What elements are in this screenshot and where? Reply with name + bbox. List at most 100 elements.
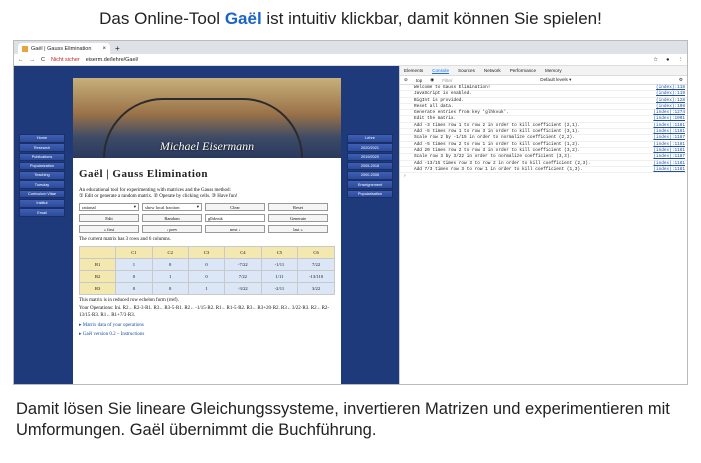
- console-source-link[interactable]: (index):1001: [653, 116, 685, 121]
- matrix-cell[interactable]: 0: [187, 258, 226, 271]
- console-source-link[interactable]: (index):128: [656, 98, 685, 103]
- devtools-tab[interactable]: Network: [484, 68, 501, 73]
- instructions-link[interactable]: ▸ Gaël version 0.2 – Instructions: [79, 331, 335, 337]
- console-message: Welcome to Gauss Elimination!: [414, 85, 491, 90]
- matrix-cell[interactable]: -1/11: [260, 258, 299, 271]
- matrix-cell[interactable]: 7/22: [224, 270, 262, 283]
- next-button[interactable]: next ›: [205, 225, 265, 233]
- matrix-cell[interactable]: 1: [151, 270, 189, 283]
- nav-item[interactable]: 2005-2018: [347, 161, 393, 171]
- matrix-column-header: C6: [297, 246, 335, 259]
- context-select[interactable]: top: [416, 78, 422, 83]
- console-source-link[interactable]: (index):1181: [653, 123, 685, 128]
- matrix-column-header: C2: [151, 246, 189, 259]
- console-source-link[interactable]: (index):1181: [653, 161, 685, 166]
- matrix-cell[interactable]: 0: [115, 282, 153, 295]
- console-source-link[interactable]: (index):1274: [653, 110, 685, 115]
- close-tab-icon[interactable]: ×: [102, 46, 106, 52]
- matrix-cell[interactable]: -3/22: [224, 282, 262, 295]
- console-source-link[interactable]: (index):1181: [653, 129, 685, 134]
- clear-button[interactable]: Clear: [205, 203, 265, 211]
- matrix-row: R1 1 0 0 -7/22 -1/11 7/22: [78, 258, 335, 271]
- devtools-tab[interactable]: Sources: [458, 68, 475, 73]
- nav-item[interactable]: Publications: [19, 152, 65, 162]
- menu-icon[interactable]: ⋮: [678, 57, 684, 63]
- devtools-tab[interactable]: Memory: [545, 68, 562, 73]
- console-source-link[interactable]: (index):1181: [653, 167, 685, 172]
- first-button[interactable]: « first: [79, 225, 139, 233]
- nav-item[interactable]: Email: [19, 208, 65, 217]
- nav-item[interactable]: Research: [19, 143, 65, 152]
- nav-item[interactable]: Popularization: [19, 161, 65, 171]
- browser-window: Gaël | Gauss Elimination × + ← → C Nicht si…: [13, 40, 688, 385]
- console-message: Edit the matrix.: [414, 116, 457, 122]
- matrix-cell[interactable]: 7/22: [297, 258, 335, 271]
- matrix-cell[interactable]: 3/22: [297, 282, 335, 295]
- seed-input[interactable]: glhkvuk: [205, 214, 265, 222]
- matrix-cell[interactable]: 0: [115, 270, 153, 283]
- nav-item[interactable]: Teaching: [19, 171, 65, 180]
- nav-item[interactable]: 2020/2021: [347, 143, 393, 152]
- matrix-cell[interactable]: 0: [151, 258, 189, 271]
- matrix-cell[interactable]: 1: [115, 258, 153, 271]
- url-field[interactable]: eiserm.de/lehre/Gael/: [86, 57, 139, 63]
- nav-item[interactable]: Enseignement: [347, 180, 393, 189]
- nav-item[interactable]: 2019/2020: [347, 152, 393, 162]
- web-page: Home Research Publications Popularization Te…: [14, 66, 399, 384]
- last-button[interactable]: last »: [268, 225, 328, 233]
- fraction-display-select[interactable]: show local fraction ▾: [142, 203, 202, 211]
- matrix-cell[interactable]: -2/11: [260, 282, 299, 295]
- console-message: Add 20 times row 2 to row 3 in order to …: [414, 147, 580, 153]
- matrix-cell[interactable]: -13/110: [297, 270, 335, 283]
- devtools-tab[interactable]: Performance: [510, 68, 536, 73]
- nav-item[interactable]: Institut: [19, 198, 65, 208]
- console-source-link[interactable]: (index):1187: [653, 135, 685, 140]
- reload-icon[interactable]: C: [41, 57, 45, 63]
- matrix-cell[interactable]: 0: [151, 282, 189, 295]
- nav-item[interactable]: Curriculum Vitae: [19, 189, 65, 199]
- matrix-row-label: R1: [78, 258, 117, 271]
- matrix-row-label: R3: [78, 282, 117, 295]
- nav-item[interactable]: 2000-2006: [347, 171, 393, 180]
- console-source-link[interactable]: (index):1181: [653, 148, 685, 153]
- console-filter-input[interactable]: Filter: [442, 78, 532, 83]
- security-indicator[interactable]: Nicht sicher: [51, 57, 80, 63]
- browser-tab[interactable]: Gaël | Gauss Elimination ×: [18, 43, 110, 54]
- devtools-tab[interactable]: Console: [432, 68, 450, 74]
- console-source-link[interactable]: (index):1181: [653, 142, 685, 147]
- matrix-cell[interactable]: -7/22: [224, 258, 262, 271]
- back-icon[interactable]: ←: [18, 57, 24, 63]
- console-prompt[interactable]: ›: [400, 173, 687, 179]
- nav-item[interactable]: Popularisation: [347, 189, 393, 199]
- devtools-tabs: Elements Console Sources Network Performance…: [400, 66, 687, 76]
- page-title: Gaël | Gauss Elimination: [79, 168, 209, 180]
- nav-item[interactable]: Lehre: [347, 134, 393, 143]
- operations-log: Your Operations: Ini. R2←R2-3·R1. R3←R3-…: [79, 306, 330, 318]
- log-levels-select[interactable]: Default levels ▾: [540, 77, 571, 83]
- console-source-link[interactable]: (index):119: [656, 91, 685, 96]
- settings-gear-icon[interactable]: ⚙: [679, 77, 683, 83]
- nav-item[interactable]: Home: [19, 134, 65, 143]
- forward-icon[interactable]: →: [30, 57, 36, 63]
- eye-icon[interactable]: ◉: [430, 77, 434, 83]
- matrix-cell[interactable]: 0: [187, 270, 226, 283]
- prev-button[interactable]: ‹ prev: [142, 225, 202, 233]
- new-tab-icon[interactable]: +: [115, 43, 120, 54]
- star-icon[interactable]: ☆: [653, 57, 658, 63]
- console-source-link[interactable]: (index):1187: [653, 154, 685, 159]
- devtools-tab[interactable]: Elements: [404, 68, 423, 73]
- matrix-cell[interactable]: 1: [187, 282, 226, 295]
- nav-item[interactable]: Tuesday: [19, 180, 65, 189]
- account-icon[interactable]: ●: [666, 57, 669, 63]
- console-source-link[interactable]: (index):118: [656, 85, 685, 90]
- generate-button[interactable]: Generate: [268, 214, 328, 222]
- random-button[interactable]: Random: [142, 214, 202, 222]
- reset-button[interactable]: Reset: [268, 203, 328, 211]
- number-type-select[interactable]: rational ▾: [79, 203, 139, 211]
- matrix-column-header: C4: [224, 246, 262, 259]
- clear-console-icon[interactable]: ⊘: [404, 77, 408, 83]
- matrix-data-link[interactable]: ▸ Matrix data of your operations: [79, 322, 335, 328]
- console-source-link[interactable]: (index):198: [656, 104, 685, 109]
- matrix-cell[interactable]: 1/11: [260, 270, 299, 283]
- edit-button[interactable]: Edit: [79, 214, 139, 222]
